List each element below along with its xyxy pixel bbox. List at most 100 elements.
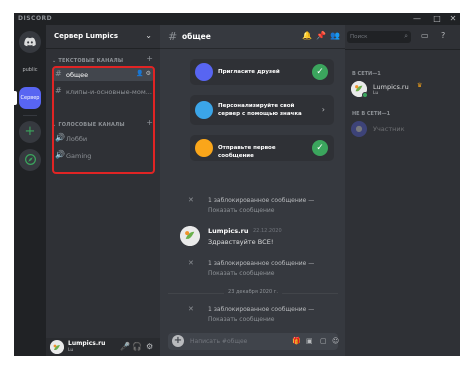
server-list-divider <box>23 115 37 116</box>
card-label: Персонализируйте свой сервер с помощью з… <box>218 103 302 117</box>
user-name: Lumpics.ru <box>68 340 106 347</box>
add-text-channel-button[interactable]: + <box>146 55 153 63</box>
maximize-button[interactable]: □ <box>432 14 442 24</box>
discord-window: DISCORD — □ ✕ public Сервер + Сервер Lum… <box>14 13 460 356</box>
close-icon: ✕ <box>188 305 194 313</box>
gear-icon[interactable]: ⚙ <box>146 342 153 351</box>
category-voice-channels[interactable]: ⌄ ГОЛОСОВЫЕ КАНАЛЫ <box>52 122 125 128</box>
gear-icon[interactable]: ⚙ <box>146 70 151 77</box>
discord-logo-icon <box>24 37 36 47</box>
welcome-card-invite[interactable]: Пригласите друзей ✓ <box>190 59 334 85</box>
close-button[interactable]: ✕ <box>448 14 458 24</box>
lumpics-logo-icon <box>180 226 200 246</box>
hash-icon: # <box>55 86 62 95</box>
chat-area: # общее 🔔 📌 👥 Пригласите друзей ✓ Персон… <box>160 25 345 356</box>
gift-icon[interactable]: 🎁 <box>292 336 301 347</box>
help-icon[interactable]: ? <box>441 31 445 40</box>
offline-header: НЕ В СЕТИ—1 <box>352 111 391 117</box>
channel-name: клипы-и-основные-мом... <box>66 88 152 96</box>
channel-name: общее <box>66 71 89 79</box>
members-icon[interactable]: 👥 <box>330 31 340 40</box>
avatar[interactable] <box>180 226 200 246</box>
channel-sidebar: Сервер Lumpics ⌄ ⌄ ТЕКСТОВЫЕ КАНАЛЫ + # … <box>46 25 160 356</box>
minimize-button[interactable]: — <box>412 14 422 24</box>
blocked-text: 1 заблокированное сообщение — <box>208 306 315 313</box>
message-author[interactable]: Lumpics.ru <box>208 227 248 235</box>
sticker-icon[interactable]: ▢ <box>320 336 327 347</box>
card-label: Пригласите друзей <box>218 69 280 75</box>
message-timestamp: 22.12.2020 <box>253 228 282 234</box>
member-item[interactable]: ● Участник <box>351 121 451 139</box>
invite-friends-icon <box>195 63 213 81</box>
member-tag: Lu <box>373 91 379 96</box>
user-tag: Lu <box>68 348 74 353</box>
selected-server-indicator <box>14 91 17 105</box>
blocked-text: 1 заблокированное сообщение — <box>208 260 315 267</box>
emoji-icon[interactable]: ☺ <box>332 336 339 347</box>
attach-button[interactable]: + <box>172 335 184 347</box>
avatar[interactable] <box>50 340 64 354</box>
voice-channel-lobby[interactable]: 🔊 Лобби <box>52 132 154 145</box>
show-message-link[interactable]: Показать сообщение <box>208 315 275 324</box>
show-message-link[interactable]: Показать сообщение <box>208 269 275 278</box>
gif-icon[interactable]: ▣ <box>306 336 313 347</box>
title-bar: DISCORD — □ ✕ <box>14 13 460 25</box>
speaker-icon: 🔊 <box>55 150 65 159</box>
channel-name: Лобби <box>66 135 88 143</box>
inbox-icon[interactable]: ▭ <box>421 31 429 40</box>
blocked-text: 1 заблокированное сообщение — <box>208 197 315 204</box>
member-item[interactable]: Lumpics.ru ♛ Lu <box>351 81 451 99</box>
chevron-down-icon: ⌄ <box>145 31 152 40</box>
divider-date: 23 декабря 2020 г. <box>224 289 282 295</box>
channel-tools: 👤 ⚙ <box>136 70 151 77</box>
server-name: Сервер Lumpics <box>54 32 118 40</box>
add-server-button[interactable]: + <box>19 121 41 143</box>
channel-item-general[interactable]: # общее 👤 ⚙ <box>52 68 154 81</box>
message-input[interactable] <box>190 336 270 347</box>
pin-icon[interactable]: 📌 <box>316 31 326 40</box>
user-panel: Lumpics.ru Lu 🎤 🎧 ⚙ <box>46 338 160 356</box>
close-icon: ✕ <box>188 259 194 267</box>
welcome-card-first-message[interactable]: Отправьте первое сообщение ✓ <box>190 135 334 161</box>
crown-icon: ♛ <box>417 82 423 89</box>
date-divider: 23 декабря 2020 г. <box>168 289 338 295</box>
compass-icon <box>24 154 36 165</box>
member-name: Участник <box>373 125 405 133</box>
channel-title: общее <box>182 32 211 41</box>
home-button[interactable] <box>19 31 41 53</box>
hash-icon: # <box>55 69 62 78</box>
header-divider <box>345 49 460 50</box>
speaker-icon: 🔊 <box>55 133 65 142</box>
search-box[interactable]: ⌕ <box>347 31 411 43</box>
hash-icon: # <box>168 30 178 43</box>
add-voice-channel-button[interactable]: + <box>146 119 153 127</box>
close-icon: ✕ <box>188 196 194 204</box>
chevron-right-icon: › <box>321 105 325 114</box>
server-icon-upload-icon <box>195 101 213 119</box>
channel-name: Gaming <box>66 152 92 160</box>
welcome-card-icon[interactable]: Персонализируйте свой сервер с помощью з… <box>190 95 334 125</box>
explore-servers-button[interactable] <box>19 149 41 171</box>
card-label: Отправьте первое сообщение <box>218 145 276 159</box>
public-server-label[interactable]: public <box>14 67 46 73</box>
online-status-icon <box>362 92 368 98</box>
lumpics-logo-icon <box>50 341 64 354</box>
server-icon-lumpics[interactable]: Сервер <box>19 87 41 109</box>
invite-icon[interactable]: 👤 <box>136 70 143 77</box>
category-text-channels[interactable]: ⌄ ТЕКСТОВЫЕ КАНАЛЫ <box>52 58 123 64</box>
channel-header: # общее 🔔 📌 👥 <box>160 25 345 49</box>
online-header: В СЕТИ—1 <box>352 71 381 77</box>
search-icon: ⌕ <box>404 32 408 40</box>
voice-channel-gaming[interactable]: 🔊 Gaming <box>52 149 154 162</box>
server-header[interactable]: Сервер Lumpics ⌄ <box>46 25 160 49</box>
show-message-link[interactable]: Показать сообщение <box>208 206 275 215</box>
app-title: DISCORD <box>18 15 53 22</box>
server-list: public Сервер + <box>14 25 46 356</box>
message-composer: + 🎁 ▣ ▢ ☺ <box>168 333 339 350</box>
search-input[interactable] <box>350 33 398 41</box>
microphone-icon[interactable]: 🎤 <box>120 342 130 351</box>
channel-item-clips[interactable]: # клипы-и-основные-мом... <box>52 85 154 98</box>
headphones-icon[interactable]: 🎧 <box>132 342 142 351</box>
category-label: ТЕКСТОВЫЕ КАНАЛЫ <box>58 58 124 64</box>
bell-icon[interactable]: 🔔 <box>302 31 312 40</box>
